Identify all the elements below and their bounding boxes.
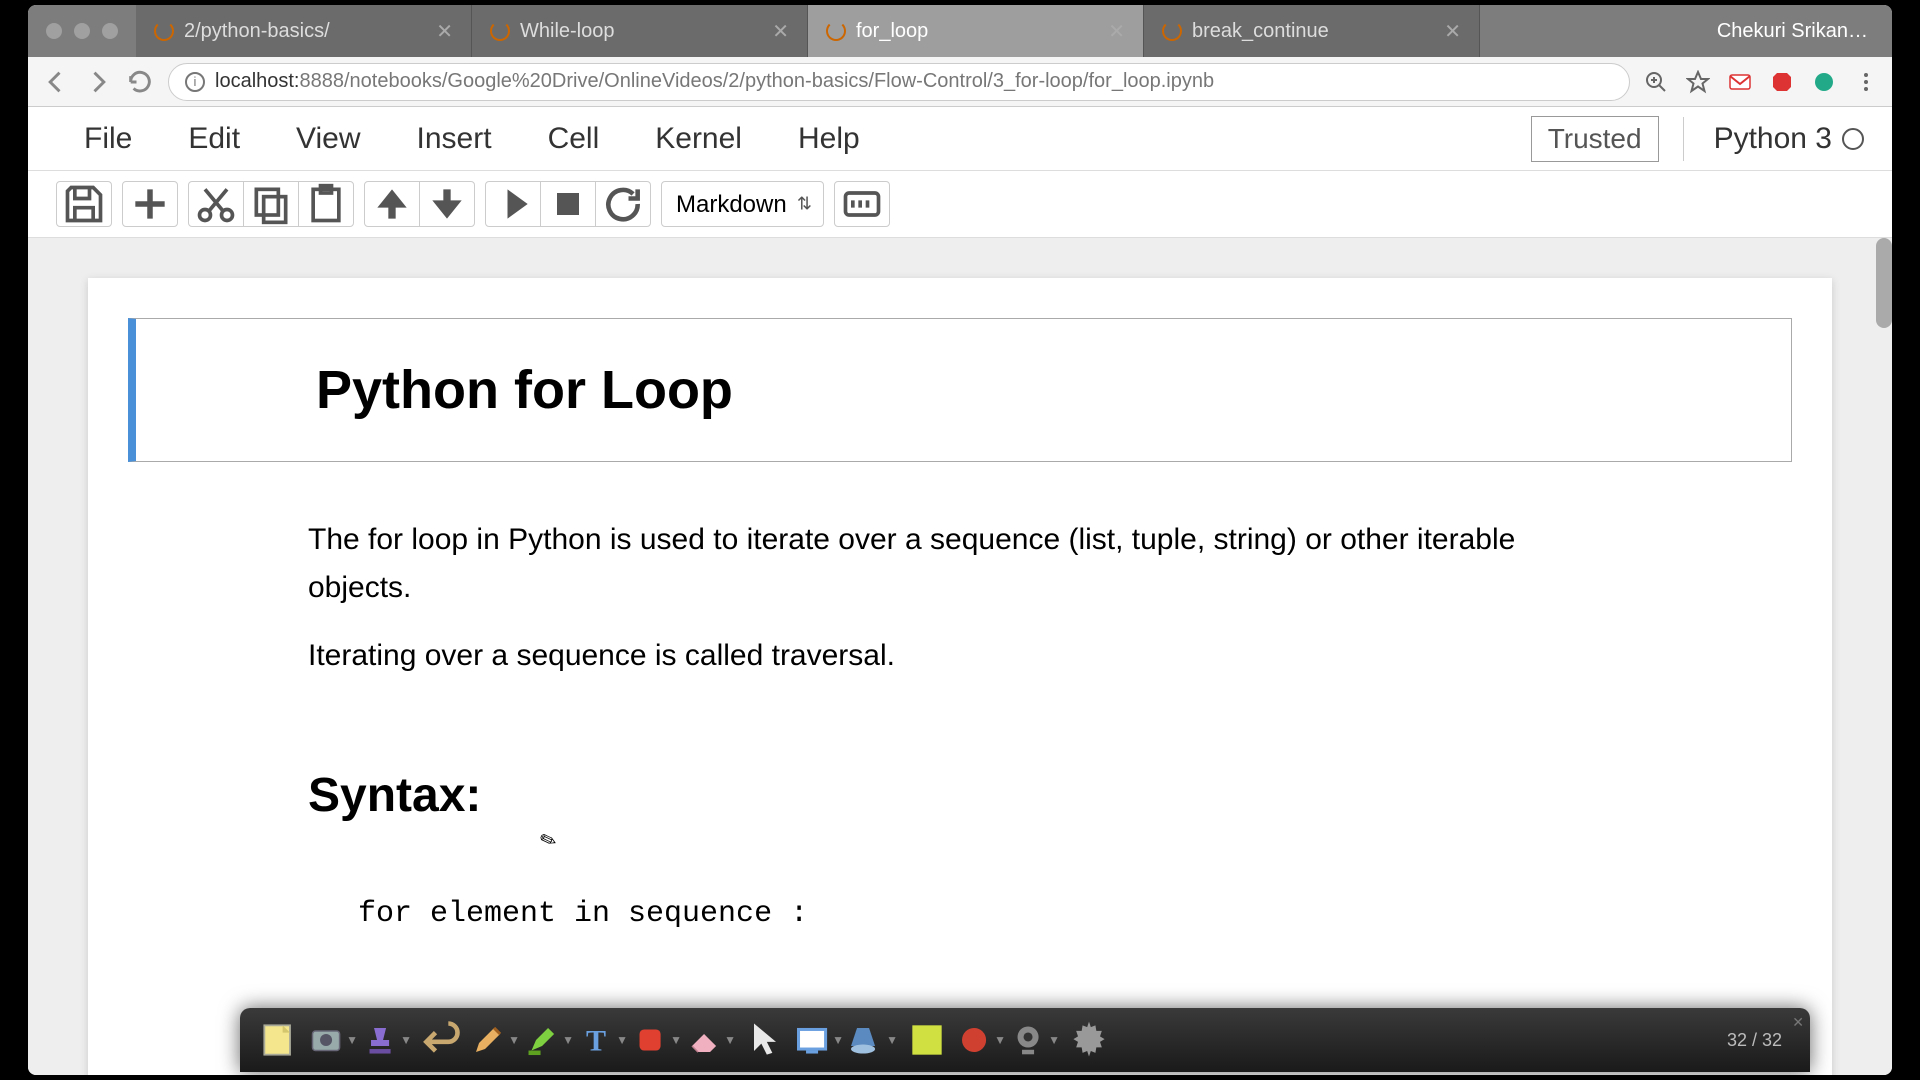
- sticky-note-icon[interactable]: [902, 1018, 952, 1062]
- kernel-indicator[interactable]: Python 3: [1714, 122, 1864, 156]
- close-icon[interactable]: ✕: [772, 19, 789, 44]
- menu-view[interactable]: View: [268, 122, 388, 156]
- reload-button[interactable]: [126, 68, 154, 96]
- tab-title: While-loop: [520, 20, 614, 43]
- bookmark-star-icon[interactable]: [1686, 70, 1710, 94]
- forward-button[interactable]: [84, 68, 112, 96]
- menu-cell[interactable]: Cell: [520, 122, 628, 156]
- cut-button[interactable]: [188, 181, 244, 227]
- add-cell-button[interactable]: [122, 181, 178, 227]
- whiteboard-tool-icon[interactable]: ▼: [794, 1018, 844, 1062]
- browser-tabs: 2/python-basics/ ✕ While-loop ✕ for_loop…: [136, 5, 1693, 57]
- divider: [1683, 117, 1684, 161]
- move-up-button[interactable]: [364, 181, 420, 227]
- zoom-icon[interactable]: [1644, 70, 1668, 94]
- move-down-button[interactable]: [419, 181, 475, 227]
- save-button[interactable]: [56, 181, 112, 227]
- jupyter-favicon: [826, 21, 846, 41]
- tab-title: break_continue: [1192, 20, 1329, 43]
- note-tool-icon[interactable]: [254, 1018, 304, 1062]
- menu-kernel[interactable]: Kernel: [627, 122, 770, 156]
- browser-tab[interactable]: While-loop ✕: [472, 5, 808, 57]
- site-info-icon[interactable]: i: [185, 72, 205, 92]
- run-button[interactable]: [485, 181, 541, 227]
- spotlight-tool-icon[interactable]: ▼: [848, 1018, 898, 1062]
- paste-button[interactable]: [298, 181, 354, 227]
- notebook-cell[interactable]: The for loop in Python is used to iterat…: [128, 492, 1792, 704]
- browser-menu-icon[interactable]: [1854, 70, 1878, 94]
- menu-file[interactable]: File: [56, 122, 160, 156]
- jupyter-favicon: [154, 21, 174, 41]
- trusted-badge[interactable]: Trusted: [1531, 116, 1659, 162]
- highlighter-tool-icon[interactable]: ▼: [524, 1018, 574, 1062]
- notebook-cell[interactable]: Python for Loop: [128, 318, 1792, 462]
- record-tool-icon[interactable]: ▼: [956, 1018, 1006, 1062]
- scrollbar-thumb[interactable]: [1876, 238, 1892, 328]
- eraser-tool-icon[interactable]: ▼: [686, 1018, 736, 1062]
- back-button[interactable]: [42, 68, 70, 96]
- copy-button[interactable]: [243, 181, 299, 227]
- webcam-tool-icon[interactable]: ▼: [1010, 1018, 1060, 1062]
- command-palette-button[interactable]: [834, 181, 890, 227]
- shape-tool-icon[interactable]: ▼: [632, 1018, 682, 1062]
- adblock-icon[interactable]: [1770, 70, 1794, 94]
- close-icon[interactable]: ✕: [1108, 19, 1125, 44]
- settings-gear-icon[interactable]: [1064, 1018, 1114, 1062]
- svg-text:T: T: [586, 1024, 606, 1058]
- cell-paragraph: The for loop in Python is used to iterat…: [308, 516, 1612, 612]
- cell-paragraph: Iterating over a sequence is called trav…: [308, 632, 1612, 680]
- pointer-tool-icon[interactable]: [740, 1018, 790, 1062]
- stamp-tool-icon[interactable]: ▼: [362, 1018, 412, 1062]
- notebook-area[interactable]: Python for Loop The for loop in Python i…: [28, 238, 1892, 1075]
- window-maximize-button[interactable]: [102, 23, 118, 39]
- notebook-cell[interactable]: Syntax:: [128, 734, 1792, 827]
- close-icon[interactable]: ✕: [1792, 1014, 1804, 1031]
- window-minimize-button[interactable]: [74, 23, 90, 39]
- slide-counter: 32 / 32: [1713, 1030, 1796, 1051]
- text-tool-icon[interactable]: T▼: [578, 1018, 628, 1062]
- menu-insert[interactable]: Insert: [389, 122, 520, 156]
- browser-tab[interactable]: 2/python-basics/ ✕: [136, 5, 472, 57]
- cell-heading: Python for Loop: [316, 359, 1611, 421]
- close-icon[interactable]: ✕: [1444, 19, 1461, 44]
- url-text: localhost:8888/notebooks/Google%20Drive/…: [215, 70, 1214, 93]
- screenshot-tool-icon[interactable]: ▼: [308, 1018, 358, 1062]
- extension-icon[interactable]: [1812, 70, 1836, 94]
- address-bar[interactable]: i localhost:8888/notebooks/Google%20Driv…: [168, 63, 1630, 101]
- profile-label[interactable]: Chekuri Srikan…: [1693, 20, 1892, 43]
- close-icon[interactable]: ✕: [436, 19, 453, 44]
- stop-button[interactable]: [540, 181, 596, 227]
- tab-title: for_loop: [856, 20, 928, 43]
- annotation-toolbar[interactable]: ✕ ▼ ▼ ▼ ▼ T▼ ▼ ▼ ▼ ▼ ▼ ▼ 32 / 32: [240, 1008, 1810, 1072]
- undo-tool-icon[interactable]: [416, 1018, 466, 1062]
- tab-title: 2/python-basics/: [184, 20, 330, 43]
- menu-edit[interactable]: Edit: [160, 122, 268, 156]
- browser-tab[interactable]: for_loop ✕: [808, 5, 1144, 57]
- jupyter-favicon: [490, 21, 510, 41]
- browser-tab[interactable]: break_continue ✕: [1144, 5, 1480, 57]
- cell-type-select[interactable]: Markdown: [661, 181, 824, 227]
- gmail-icon[interactable]: [1728, 70, 1752, 94]
- pencil-tool-icon[interactable]: ▼: [470, 1018, 520, 1062]
- menu-help[interactable]: Help: [770, 122, 888, 156]
- restart-button[interactable]: [595, 181, 651, 227]
- kernel-idle-icon: [1842, 128, 1864, 150]
- cell-heading: Syntax:: [308, 768, 1612, 823]
- jupyter-favicon: [1162, 21, 1182, 41]
- window-close-button[interactable]: [46, 23, 62, 39]
